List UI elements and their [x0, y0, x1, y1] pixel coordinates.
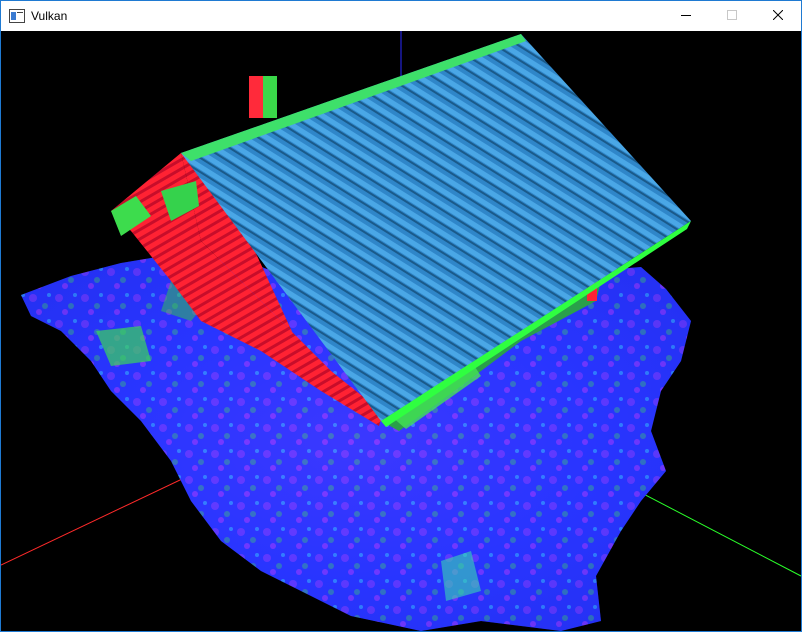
vulkan-window: Vulkan [0, 0, 802, 632]
title-bar[interactable]: Vulkan [1, 1, 801, 31]
maximize-button[interactable] [709, 1, 755, 31]
minimize-icon [681, 7, 691, 25]
render-viewport[interactable] [1, 31, 801, 631]
minimize-button[interactable] [663, 1, 709, 31]
maximize-icon [727, 7, 737, 25]
close-icon [772, 7, 784, 25]
app-window-icon [9, 8, 25, 24]
close-button[interactable] [755, 1, 801, 31]
window-title: Vulkan [31, 9, 68, 23]
window-controls [663, 1, 801, 31]
scene-canvas [1, 31, 801, 631]
house-chimney-side [263, 76, 277, 118]
